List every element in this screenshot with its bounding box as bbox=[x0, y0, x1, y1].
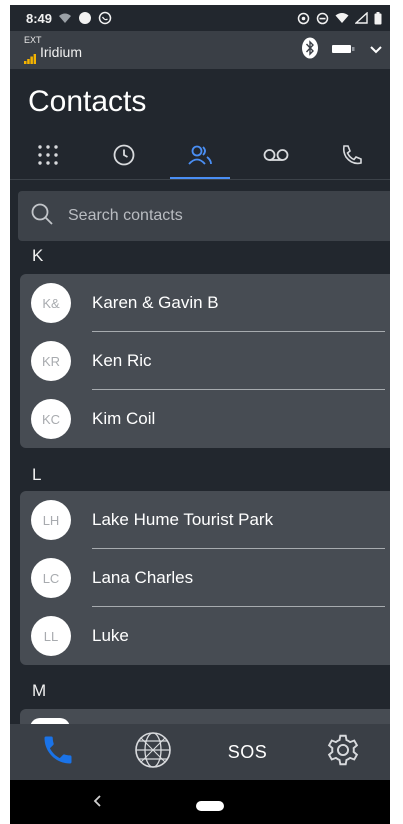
gear-icon bbox=[324, 731, 362, 774]
avatar: KR bbox=[31, 341, 71, 381]
contact-group-l: LH Lake Hume Tourist Park LC Lana Charle… bbox=[20, 491, 390, 665]
search-placeholder: Search contacts bbox=[68, 207, 183, 224]
globe-icon bbox=[134, 731, 172, 774]
tab-bar bbox=[10, 135, 390, 179]
avatar: LL bbox=[31, 616, 71, 656]
sos-button[interactable]: SOS bbox=[218, 727, 278, 777]
avatar: LH bbox=[31, 500, 71, 540]
wifi-icon bbox=[58, 12, 72, 24]
avatar: KC bbox=[31, 399, 71, 439]
contact-row[interactable]: LH Lake Hume Tourist Park bbox=[20, 491, 390, 549]
contact-row[interactable]: LC Lana Charles bbox=[20, 549, 390, 607]
contacts-icon bbox=[187, 143, 213, 172]
nav-settings[interactable] bbox=[313, 727, 373, 777]
sync-icon bbox=[297, 12, 310, 25]
signal-strength-icon bbox=[24, 51, 36, 69]
phone-icon bbox=[40, 732, 76, 773]
contact-row[interactable]: KR Ken Ric bbox=[20, 332, 390, 390]
bluetooth-icon bbox=[302, 37, 318, 64]
cell-signal-icon bbox=[355, 12, 368, 24]
back-button[interactable] bbox=[92, 792, 102, 813]
section-header-m: M bbox=[32, 681, 47, 700]
section-header-l: L bbox=[32, 465, 42, 484]
dialpad-icon bbox=[36, 143, 60, 172]
tab-dialpad[interactable] bbox=[10, 135, 86, 179]
external-device-bar[interactable]: EXT Iridium bbox=[10, 31, 390, 69]
tab-recents[interactable] bbox=[86, 135, 162, 179]
tab-calls[interactable] bbox=[314, 135, 390, 179]
search-icon bbox=[30, 202, 54, 231]
contact-name: Lake Hume Tourist Park bbox=[92, 510, 274, 529]
contact-row[interactable]: LL Luke bbox=[20, 607, 390, 665]
clock-icon bbox=[112, 143, 136, 172]
tab-voicemail[interactable] bbox=[238, 135, 314, 179]
whatsapp-icon bbox=[98, 11, 112, 25]
contact-group-k: K& Karen & Gavin B KR Ken Ric KC Kim Coi… bbox=[20, 274, 390, 448]
contact-name: Ken Ric bbox=[92, 351, 152, 370]
system-navigation-bar bbox=[10, 780, 390, 824]
nav-phone[interactable] bbox=[28, 727, 88, 777]
network-name: Iridium bbox=[40, 44, 83, 60]
nav-globe[interactable] bbox=[123, 727, 183, 777]
do-not-disturb-icon bbox=[316, 12, 329, 25]
contact-row[interactable]: KC Kim Coil bbox=[20, 390, 390, 448]
status-bar: 8:49 bbox=[10, 5, 390, 31]
voicemail-icon bbox=[263, 148, 289, 167]
ext-label: EXT bbox=[24, 35, 42, 45]
contact-name: Luke bbox=[92, 626, 129, 645]
sos-label: SOS bbox=[227, 741, 268, 762]
phone-call-icon bbox=[340, 143, 364, 172]
page-title: Contacts bbox=[28, 85, 147, 118]
avatar: K& bbox=[31, 283, 71, 323]
contact-name: Lana Charles bbox=[92, 568, 194, 587]
wifi-signal-icon bbox=[335, 12, 349, 24]
tabs-divider bbox=[10, 179, 390, 180]
avatar: LC bbox=[31, 558, 71, 598]
chevron-down-icon[interactable] bbox=[370, 41, 382, 59]
tab-contacts[interactable] bbox=[162, 135, 238, 179]
notification-dot-icon bbox=[78, 11, 92, 25]
bottom-nav: SOS bbox=[10, 724, 390, 780]
contact-row[interactable]: K& Karen & Gavin B bbox=[20, 274, 390, 332]
status-time: 8:49 bbox=[26, 10, 53, 26]
contact-name: Karen & Gavin B bbox=[92, 293, 219, 312]
section-header-k: K bbox=[32, 246, 44, 265]
contact-name: Kim Coil bbox=[92, 409, 156, 428]
home-button[interactable] bbox=[196, 801, 224, 811]
phone-screen: 8:49 EXT Iridium Contacts Search contact… bbox=[10, 5, 390, 824]
device-battery-icon bbox=[332, 41, 356, 59]
search-input[interactable]: Search contacts bbox=[18, 191, 390, 241]
battery-icon bbox=[374, 11, 382, 25]
